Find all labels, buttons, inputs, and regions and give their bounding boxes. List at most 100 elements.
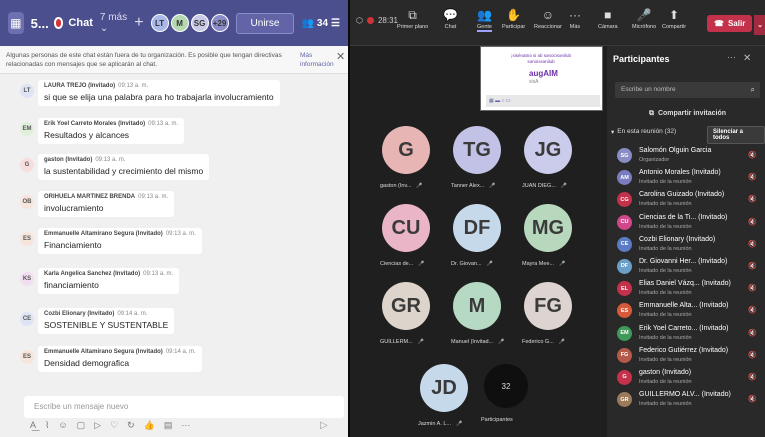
message-bubble: Emmanuelle Altamirano Segura (Invitado) 0… [38,346,202,372]
chat-panel: ▦ 5... Chat 7 más ⌄ + LT M SG +29 Unirse 👥 … [0,0,348,437]
mic-off-icon: 🔇 [748,351,757,359]
leave-button[interactable]: ☎ Salir ⌄ [707,15,765,35]
participant-name: Ciencias de la Ti... (Invitado) [639,213,728,221]
participant-row[interactable]: CE Cozbi Elionary (Invitado) Invitado de l… [611,234,763,256]
message-bubble: Karla Angelica Sanchez (Invitado) 09:13 a… [38,268,180,294]
chat-header: ▦ 5... Chat 7 más ⌄ + LT M SG +29 Unirse 👥 … [0,0,348,46]
header-avatar[interactable]: +29 [210,14,229,32]
mic-off-icon: 🎤 [498,339,505,345]
participant-row[interactable]: Ggaston (Invitado) Invitado de la reunión… [611,367,763,389]
toolbar-raise-hand-button[interactable]: ✋ Participar [502,8,525,30]
participant-row[interactable]: SG Salomón Olguin Garcia Organizador 🔇 [611,145,763,167]
toolbar-more-button[interactable]: ··· Más [569,8,581,30]
participant-avatar: CG [617,192,632,208]
participant-avatar: CU [617,214,632,230]
participant-tile[interactable]: MG Mayra Mee... 🎤 [522,204,572,267]
toolbar-react-button[interactable]: ☺ Reaccionar [534,8,562,30]
chat-tab[interactable]: Chat [68,17,92,29]
header-avatar[interactable]: SG [190,14,209,32]
mic-off-icon: 🎤 [489,183,496,189]
participant-role: Invitado de la reunión [639,267,692,274]
gif-icon[interactable]: ▢ [77,420,86,431]
participant-avatar: GR [617,392,632,408]
mic-off-icon: 🎤 [417,339,424,345]
participant-row[interactable]: EM Erik Yoel Carreto... (Invitado) Invitad… [611,323,763,345]
participant-role: Invitado de la reunión [639,201,692,208]
shared-screen[interactable]: ¡sisénatnə si əb sənoiɔsənilub sənoiɔsən… [480,46,603,111]
avatar: KS [20,272,34,286]
participant-tile[interactable]: JG JUAN DIEG... 🎤 [522,126,572,189]
participant-row[interactable]: CU Ciencias de la Ti... (Invitado) Invitad… [611,212,763,234]
tile-avatar: CU [382,204,430,252]
shared-screen-line: ¡sisénatnə si əb sənoiɔsənilub sənoiɔsən… [510,53,572,64]
chevron-down-icon[interactable]: ⌄ [754,15,765,35]
message-meta: ORIHUELA MARTINEZ BRENDA 09:13 a. m. [44,194,168,200]
participant-tile[interactable]: GR GUILLERM... 🎤 [380,282,430,345]
people-count-button[interactable]: 👥 34 ☰ [301,18,340,29]
participant-row[interactable]: CG Carolina Guizado (Invitado) Invitado de… [611,189,763,211]
meeting-title[interactable]: 5... [31,16,49,31]
message-list[interactable]: LT LAURA TREJO (Invitado) 09:13 a. m. si qu… [0,76,348,392]
search-icon: ⌕ [750,85,755,94]
close-icon[interactable]: ✕ [336,52,345,63]
like-icon[interactable]: 👍 [144,420,155,431]
more-info-link[interactable]: Más información [300,51,334,69]
participant-row[interactable]: EL Elias Daniel Vázq... (Invitado) Invitad… [611,278,763,300]
participant-tile[interactable]: Ggaston (Inv... 🎤 [380,126,430,189]
avatar: OB [20,195,34,209]
meeting-calendar-icon[interactable]: ▦ [8,12,24,34]
participant-row[interactable]: ES Emmanuelle Alta... (Invitado) Invitado … [611,300,763,322]
tile-name: Mayra Mee... 🎤 [522,261,565,267]
sticker-icon[interactable]: ▷ [94,420,101,431]
message-author: Cozbi Elionary (Invitado) [44,311,115,317]
tile-avatar: DF [453,204,501,252]
message-item: ES Emmanuelle Altamirano Segura (Invitado… [20,228,202,254]
participant-tile[interactable]: JD Jazmin A. L... 🎤 [418,364,468,427]
share-invite-button[interactable]: ⧉ Compartir invitación [615,105,760,122]
participant-row[interactable]: FG Federico Gutiérrez (Invitado) Invitado … [611,345,763,367]
toolbar-label: Gente [477,24,492,30]
toolbar-chat-button[interactable]: 💬 Chat [443,8,458,30]
participant-tile[interactable]: M Manuel (Invitad... 🎤 [451,282,504,345]
more-options-icon[interactable]: ··· [181,420,190,431]
participant-tile[interactable]: TG Tanner Alex... 🎤 [451,126,501,189]
shared-screen-title: augAIM [529,69,558,78]
toolbar-share-button[interactable]: ⬆ Compartir [662,8,686,30]
message-time: 09:13 a. m. [138,194,169,200]
join-button[interactable]: Unirse [235,12,295,34]
message-meta: gaston (Invitado) 09:13 a. m. [44,157,203,163]
toolbar-pip-button[interactable]: ⧉ Primer plano [397,8,428,30]
message-item: KS Karla Angelica Sanchez (Invitado) 09:13… [20,268,180,294]
compose-input[interactable]: Escribe un mensaje nuevo [24,396,344,418]
tile-name-text: Dr. Giovan... [451,261,482,267]
send-icon[interactable]: ▷ [320,420,328,431]
mute-all-button[interactable]: Silenciar a todos [707,126,765,144]
participant-search-input[interactable]: Escribe un nombre ⌕ [615,82,760,98]
avatar: ES [20,350,34,364]
apps-icon[interactable]: ▤ [164,420,173,431]
close-icon[interactable]: ✕ [743,53,751,64]
attach-icon[interactable]: ⌇ [45,420,49,431]
format-icon[interactable]: A͟ [30,420,36,431]
more-icon[interactable]: ··· [727,52,736,62]
participant-tile[interactable]: FG Federico G... 🎤 [522,282,572,345]
toolbar-camera-button[interactable]: ■ Cámara [598,8,618,30]
overflow-tile[interactable]: 32 Participantes [481,364,528,423]
participant-row[interactable]: GR GUILLERMO ALV... (Invitado) Invitado de… [611,389,763,411]
emoji-icon[interactable]: ☺ [58,420,67,431]
participant-tile[interactable]: CU Ciencias de... 🎤 [380,204,430,267]
toolbar-people-button[interactable]: 👥 Gente [477,8,492,32]
loop-icon[interactable]: ↻ [127,420,135,431]
in-meeting-section[interactable]: ▾ En esta reunión (32) [611,128,676,136]
message-bubble: gaston (Invitado) 09:13 a. m. la sustentab… [38,154,210,180]
more-tabs-button[interactable]: 7 más ⌄ [100,12,127,34]
participant-row[interactable]: DF Dr. Giovanni Her... (Invitado) Invitado… [611,256,763,278]
participant-tile[interactable]: DF Dr. Giovan... 🎤 [451,204,501,267]
header-avatar[interactable]: M [170,14,189,32]
toolbar-mic-off-button[interactable]: 🎤 Micrófono [632,8,656,30]
header-avatar[interactable]: LT [150,14,169,32]
participant-row[interactable]: AM Antonio Morales (Invitado) Invitado de … [611,167,763,189]
participant-avatars[interactable]: LT M SG +29 [150,14,229,32]
praise-icon[interactable]: ♡ [110,420,118,431]
add-tab-icon[interactable]: + [134,14,143,32]
